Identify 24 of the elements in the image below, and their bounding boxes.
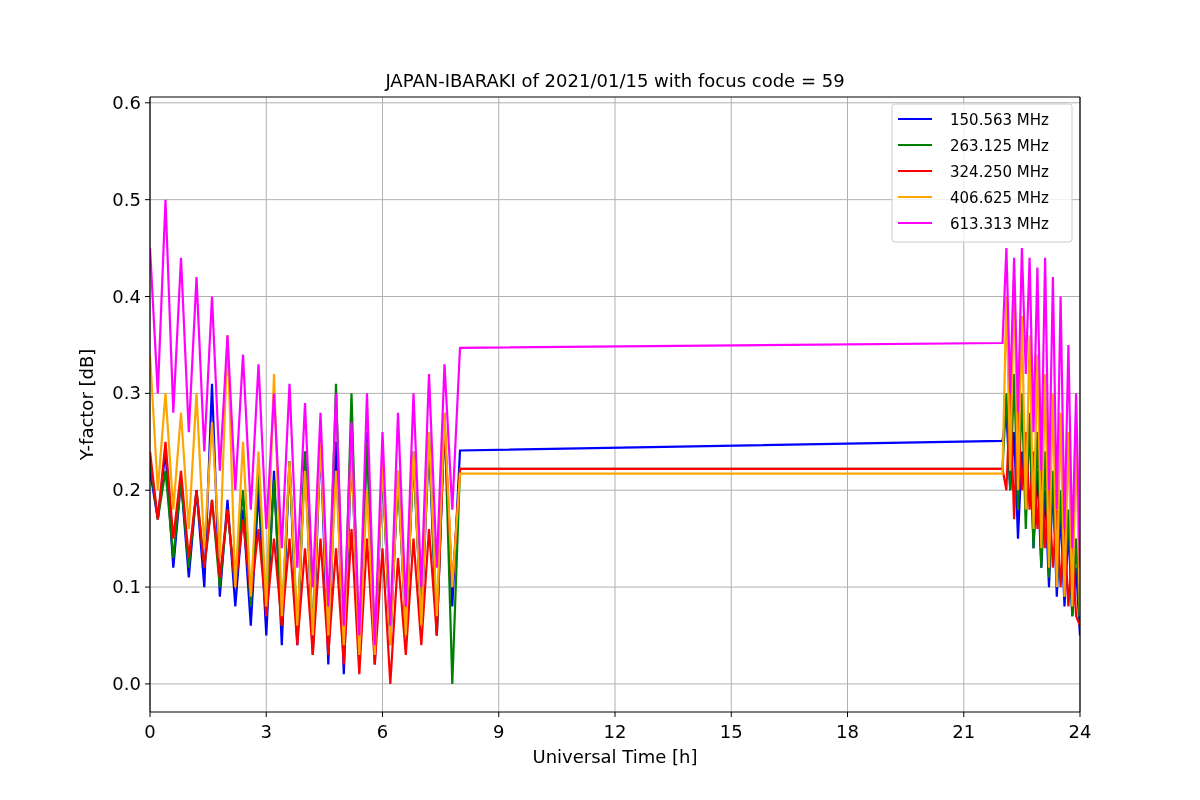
axis-label: Universal Time [h] [532, 746, 698, 767]
tick-label: 0.2 [112, 479, 141, 501]
tick-label: 0.0 [112, 672, 141, 694]
tick-label: 0.1 [112, 576, 141, 598]
tick-label: 12 [603, 721, 627, 742]
tick-label: 0.3 [112, 382, 141, 404]
tick-label: 21 [952, 721, 976, 742]
tick-label: 9 [493, 721, 505, 742]
legend-label: 613.313 MHz [950, 215, 1049, 233]
tick-label: 15 [719, 721, 743, 742]
tick-label: 18 [836, 721, 859, 742]
legend-label: 324.250 MHz [950, 163, 1049, 181]
tick-label: 24 [1068, 721, 1092, 742]
legend-label: 406.625 MHz [950, 189, 1049, 207]
tick-label: 6 [376, 721, 389, 742]
tick-label: 0.4 [112, 285, 141, 307]
tick-label: 0.5 [112, 188, 141, 210]
chart-title: JAPAN-IBARAKI of 2021/01/15 with focus code = 59 [385, 70, 845, 91]
axis-label: Y-factor [dB] [76, 348, 97, 461]
legend-label: 263.125 MHz [950, 137, 1049, 155]
tick-label: 0 [144, 721, 156, 742]
legend-label: 150.563 MHz [950, 111, 1049, 129]
tick-label: 0.6 [112, 91, 141, 113]
tick-label: 3 [260, 721, 272, 742]
